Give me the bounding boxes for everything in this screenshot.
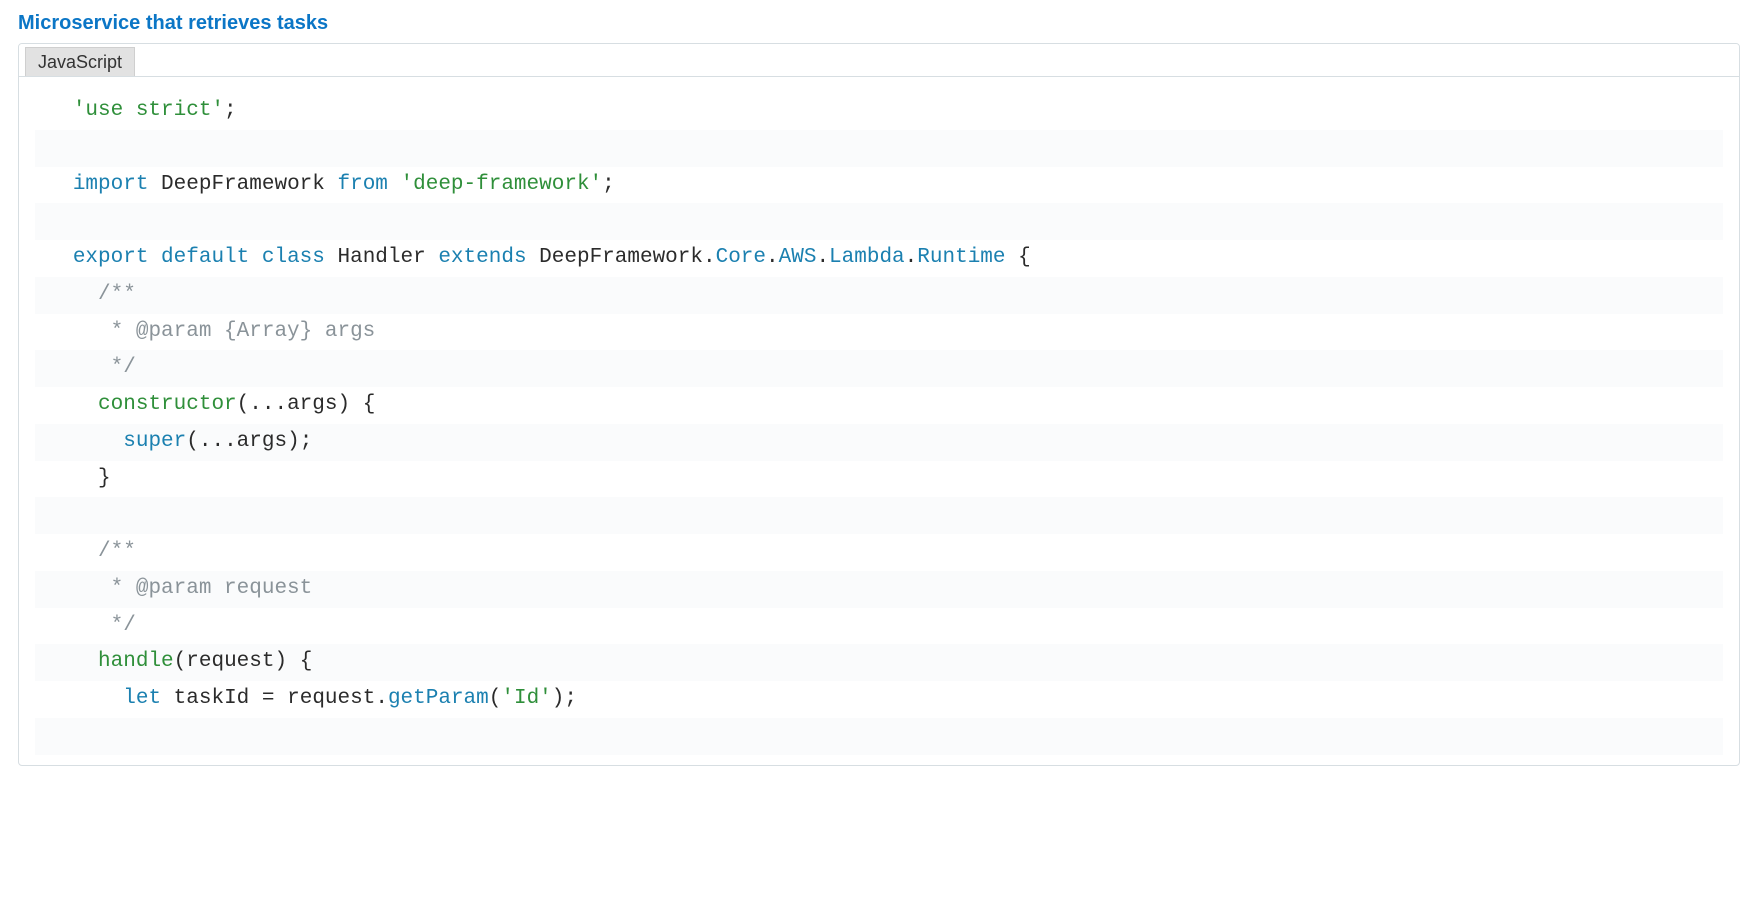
code-line (35, 718, 1723, 755)
token: ( (186, 430, 199, 453)
token: from (337, 173, 387, 196)
token: * @param {Array} args (98, 320, 375, 343)
token: { (300, 650, 313, 673)
token: ) (274, 650, 287, 673)
token: ( (489, 687, 502, 710)
token: ; (300, 430, 313, 453)
code-line (35, 203, 1723, 240)
token: Handler (338, 246, 426, 269)
token: ; (224, 99, 237, 122)
token: 'Id' (501, 687, 551, 710)
token: let (123, 687, 161, 710)
code-line: * @param {Array} args (35, 314, 1723, 351)
page-container: Microservice that retrieves tasks JavaSc… (0, 0, 1758, 778)
section-title: Microservice that retrieves tasks (18, 12, 1740, 35)
token: request (186, 650, 274, 673)
code-line: let taskId = request.getParam('Id'); (35, 681, 1723, 718)
token: . (703, 246, 716, 269)
token: extends (438, 246, 526, 269)
code-line: * @param request (35, 571, 1723, 608)
token: Core (716, 246, 766, 269)
token: args (287, 393, 337, 416)
token: ) (552, 687, 565, 710)
code-tab-bar: JavaScript (19, 44, 1739, 77)
code-line (35, 130, 1723, 167)
token: taskId (174, 687, 250, 710)
token: ) (287, 430, 300, 453)
token: ) (338, 393, 351, 416)
token: */ (98, 614, 136, 637)
token: handle (98, 650, 174, 673)
token: . (905, 246, 918, 269)
code-line: export default class Handler extends Dee… (35, 240, 1723, 277)
token: { (1018, 246, 1031, 269)
token: . (375, 687, 388, 710)
token: default (161, 246, 249, 269)
token: 'use strict' (73, 99, 224, 122)
token: 'deep-framework' (401, 173, 603, 196)
token: args (237, 430, 287, 453)
token: ( (174, 650, 187, 673)
token: super (123, 430, 186, 453)
tab-javascript[interactable]: JavaScript (25, 47, 135, 76)
token: export (73, 246, 149, 269)
code-line: /** (35, 277, 1723, 314)
code-block: JavaScript 'use strict'; import DeepFram… (18, 43, 1740, 766)
code-line: super(...args); (35, 424, 1723, 461)
token: /** (98, 283, 136, 306)
token: class (262, 246, 325, 269)
token: } (98, 467, 111, 490)
token: DeepFramework (161, 173, 325, 196)
token: ; (564, 687, 577, 710)
code-line: */ (35, 350, 1723, 387)
token: DeepFramework (539, 246, 703, 269)
token: import (73, 173, 149, 196)
token: . (766, 246, 779, 269)
token: ( (237, 393, 250, 416)
token: Lambda (829, 246, 905, 269)
code-line: handle(request) { (35, 644, 1723, 681)
code-line: } (35, 461, 1723, 498)
token: */ (98, 356, 136, 379)
token: ; (602, 173, 615, 196)
code-content: 'use strict'; import DeepFramework from … (19, 77, 1739, 765)
token: Runtime (917, 246, 1005, 269)
token: constructor (98, 393, 237, 416)
token: AWS (779, 246, 817, 269)
code-line (35, 497, 1723, 534)
token: request (287, 687, 375, 710)
code-line: */ (35, 608, 1723, 645)
code-line: 'use strict'; (35, 93, 1723, 130)
token: = (262, 687, 275, 710)
token: /** (98, 540, 136, 563)
code-line: /** (35, 534, 1723, 571)
token: { (363, 393, 376, 416)
code-line: constructor(...args) { (35, 387, 1723, 424)
token: ... (249, 393, 287, 416)
token: * @param request (98, 577, 312, 600)
token: ... (199, 430, 237, 453)
token: . (816, 246, 829, 269)
code-line: import DeepFramework from 'deep-framewor… (35, 167, 1723, 204)
token: getParam (388, 687, 489, 710)
